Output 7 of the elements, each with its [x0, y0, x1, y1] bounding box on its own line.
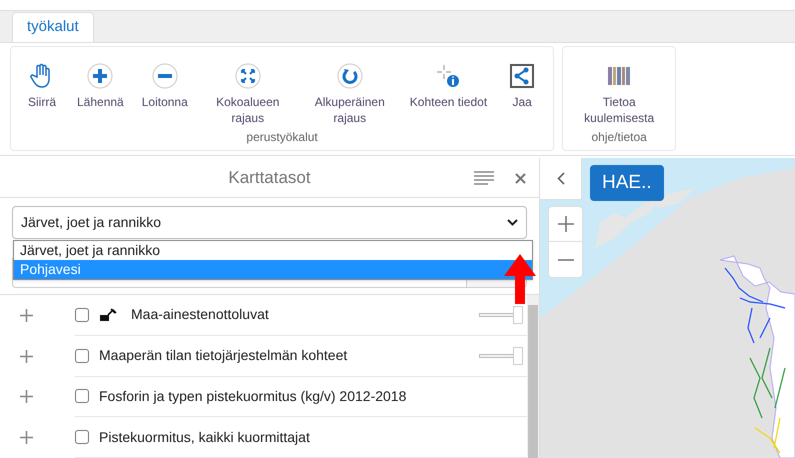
layer-name: Pistekuormitus, kaikki kuormittajat [99, 428, 311, 447]
panel-title: Karttatasot [228, 166, 311, 189]
group-caption: ohje/tietoa [591, 129, 647, 146]
group-caption: perustyökalut [246, 129, 318, 146]
layer-name: Maa-ainestenottoluvat [131, 305, 270, 324]
layer-name: Maaperän tilan tietojärjestelmän kohteet [99, 346, 348, 366]
layer-name: Fosforin ja typen pistekuormitus (kg/v) 2012-2018 [99, 386, 408, 406]
